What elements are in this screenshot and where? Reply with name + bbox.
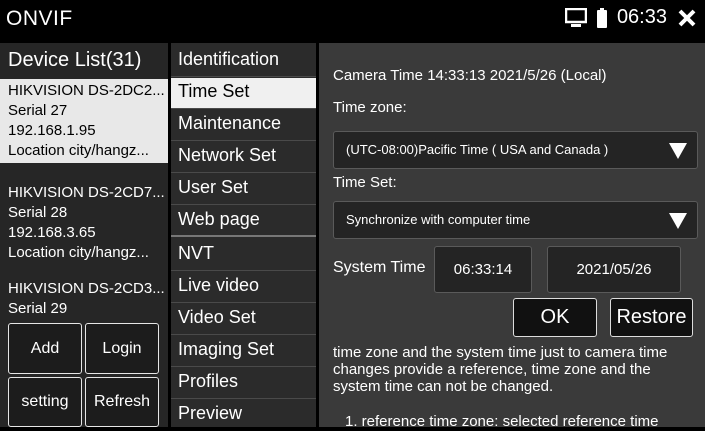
device-serial: Serial 27 (8, 102, 68, 119)
dropdown-arrow-icon (669, 213, 687, 229)
device-item-27[interactable]: HIKVISION DS-2DC2... Serial 27 192.168.1… (0, 79, 168, 163)
device-serial: Serial 28 (8, 204, 68, 221)
menu-live-video[interactable]: Live video (171, 272, 316, 303)
menu-network-set[interactable]: Network Set (171, 142, 316, 173)
menu-user-set[interactable]: User Set (171, 174, 316, 205)
device-name: HIKVISION DS-2CD7... (8, 184, 165, 201)
timeset-label: Time Set: (333, 174, 397, 191)
menu-label: Profiles (178, 371, 239, 391)
ok-button[interactable]: OK (513, 298, 597, 337)
menu-maintenance[interactable]: Maintenance (171, 110, 316, 141)
system-time-field[interactable]: 06:33:14 (434, 246, 532, 293)
menu-label: Maintenance (178, 113, 282, 133)
timezone-value: (UTC-08:00)Pacific Time ( USA and Canada… (346, 142, 609, 157)
menu-identification[interactable]: Identification (171, 46, 316, 77)
system-date-field[interactable]: 2021/05/26 (547, 246, 681, 293)
device-name: HIKVISION DS-2CD3... (8, 280, 165, 297)
menu-label: Video Set (178, 307, 256, 327)
system-time-label: System Time (333, 259, 426, 276)
clock: 06:33 (616, 6, 667, 28)
menu-label: Imaging Set (178, 339, 275, 359)
battery-icon (596, 7, 607, 28)
device-list-header: Device List(31) (0, 43, 168, 77)
restore-button[interactable]: Restore (610, 298, 693, 337)
dropdown-arrow-icon (669, 143, 687, 159)
timeset-select[interactable]: Synchronize with computer time (333, 201, 698, 239)
menu-nvt[interactable]: NVT (171, 240, 316, 271)
menu-time-set[interactable]: Time Set (171, 78, 316, 109)
device-name: HIKVISION DS-2DC2... (8, 82, 165, 99)
timezone-label: Time zone: (333, 99, 407, 116)
setting-button[interactable]: setting (8, 377, 82, 427)
menu-label: Network Set (178, 145, 277, 165)
device-ip: 192.168.1.95 (8, 122, 96, 139)
timezone-select[interactable]: (UTC-08:00)Pacific Time ( USA and Canada… (333, 131, 698, 169)
timeset-value: Synchronize with computer time (346, 212, 531, 227)
status-area: 06:33 (564, 6, 697, 29)
device-serial: Serial 29 (8, 300, 68, 317)
refresh-button[interactable]: Refresh (85, 377, 159, 427)
login-button[interactable]: Login (85, 323, 159, 374)
settings-menu: Identification Time Set Maintenance Netw… (171, 43, 316, 427)
device-ip: 192.168.3.65 (8, 224, 96, 241)
time-set-panel: Camera Time 14:33:13 2021/5/26 (Local) T… (319, 43, 705, 430)
device-list-panel: Device List(31) HIKVISION DS-2DC2... Ser… (0, 43, 168, 427)
monitor-icon (564, 7, 587, 27)
camera-time: Camera Time 14:33:13 2021/5/26 (Local) (333, 67, 607, 84)
device-location: Location city/hangz... (8, 142, 149, 159)
menu-video-set[interactable]: Video Set (171, 304, 316, 335)
menu-label: User Set (178, 177, 249, 197)
menu-label: Web page (178, 209, 260, 229)
help-item-1: 1. reference time zone: selected referen… (345, 413, 659, 430)
title-bar: ONVIF 06:33 (0, 0, 705, 39)
add-button[interactable]: Add (8, 323, 82, 374)
device-item-28[interactable]: HIKVISION DS-2CD7... Serial 28 192.168.3… (0, 183, 168, 267)
menu-label: NVT (178, 243, 214, 263)
menu-preview[interactable]: Preview (171, 400, 316, 431)
menu-profiles[interactable]: Profiles (171, 368, 316, 399)
device-list-title: Device List(31) (8, 49, 142, 71)
help-text: time zone and the system time just to ca… (333, 344, 668, 395)
menu-imaging-set[interactable]: Imaging Set (171, 336, 316, 367)
device-item-29[interactable]: HIKVISION DS-2CD3... Serial 29 (0, 279, 168, 321)
device-location: Location city/hangz... (8, 244, 149, 261)
menu-label: Identification (178, 49, 280, 69)
menu-label: Live video (178, 275, 260, 295)
menu-web-page[interactable]: Web page (171, 206, 316, 237)
app-title: ONVIF (6, 7, 73, 30)
menu-label: Preview (178, 403, 243, 423)
close-icon[interactable] (677, 8, 697, 28)
menu-label: Time Set (178, 81, 250, 101)
